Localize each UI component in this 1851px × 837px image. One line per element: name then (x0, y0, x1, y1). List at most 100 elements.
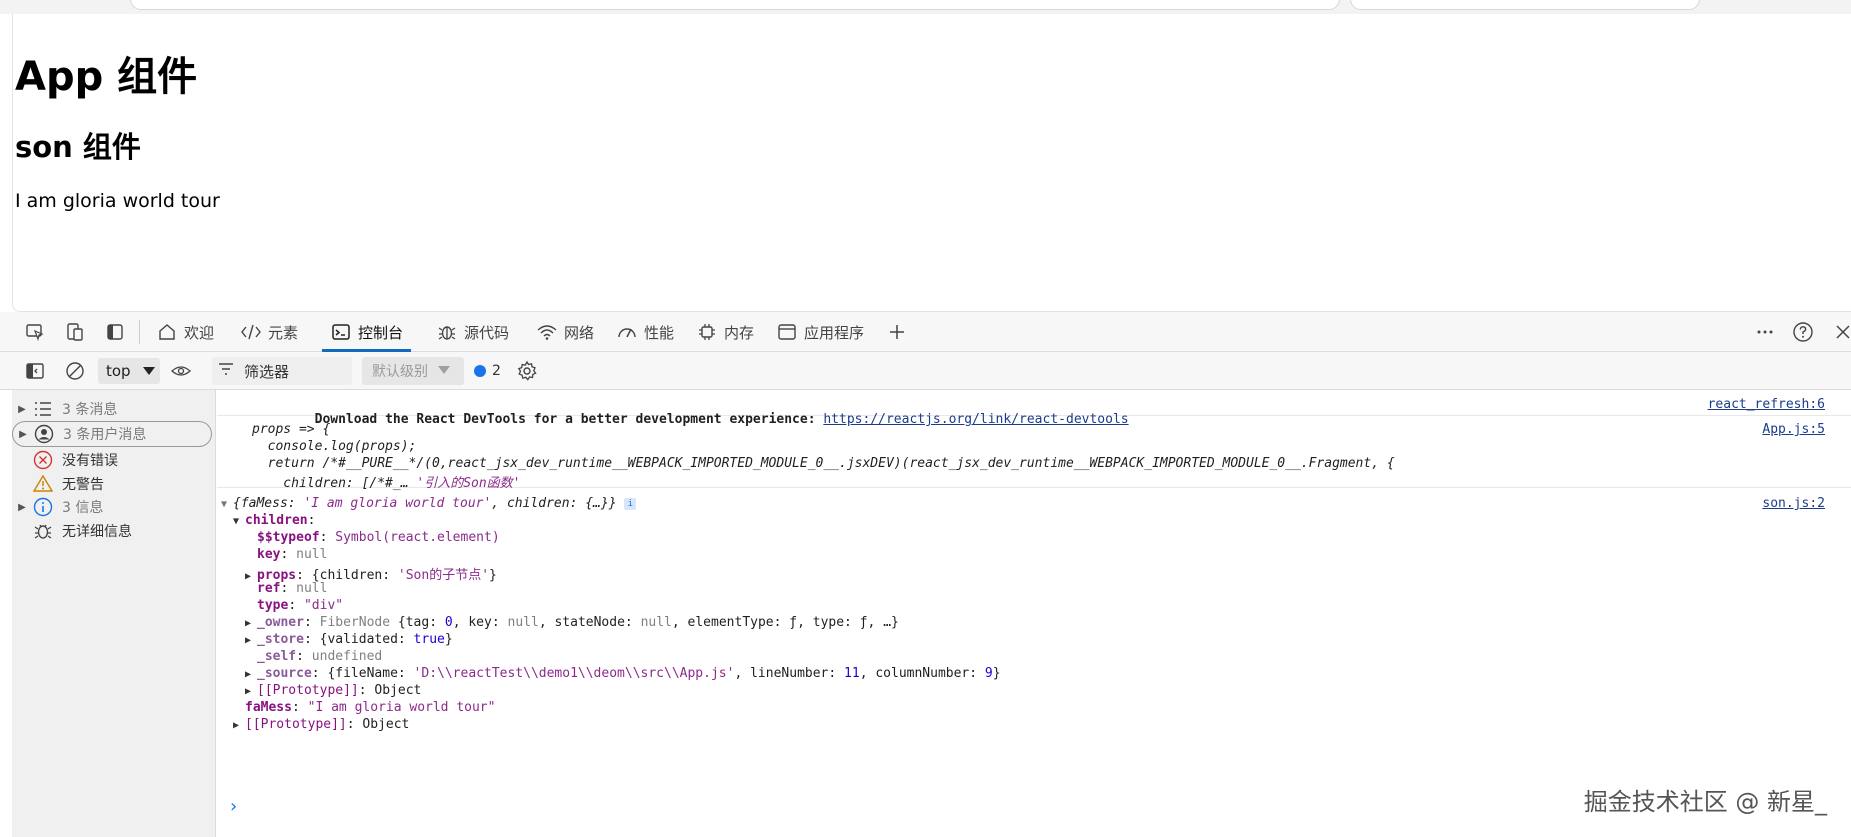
user-icon (33, 423, 55, 445)
tree-prop: $$typeof: Symbol(react.element) (257, 530, 500, 545)
sidebar-item-info[interactable]: ▶ 3 信息 (12, 494, 212, 520)
tab-label: 控制台 (358, 323, 404, 342)
tab-network[interactable]: 网络 (536, 312, 594, 352)
code-line: return /*#__PURE__*/(0,react_jsx_dev_run… (252, 456, 1395, 471)
tab-memory[interactable]: 内存 (696, 312, 754, 352)
caret-down-icon (142, 362, 155, 380)
caret-down-icon (438, 363, 450, 379)
tree-prop: type: "div" (257, 598, 344, 613)
console-prompt-icon[interactable]: › (230, 796, 237, 817)
sidebar-item-label: 没有错误 (62, 453, 118, 469)
devtools-panel: 欢迎 元素 控制台 源代码 网络 性能 内存 应用程序 top 筛选器 默认级别… (0, 312, 1851, 837)
tab-welcome[interactable]: 欢迎 (156, 312, 214, 352)
tab-elements[interactable]: 元素 (240, 312, 298, 352)
console-object-tree: ▼ {faMess: 'I am gloria world tour', chil… (217, 488, 1851, 738)
gauge-icon (616, 321, 638, 343)
tree-node-prototype[interactable]: ▶ [[Prototype]]: Object (245, 683, 421, 698)
help-icon[interactable] (1792, 321, 1814, 343)
bug-icon (32, 520, 54, 542)
source-link[interactable]: son.js:2 (1762, 496, 1825, 511)
more-options-icon[interactable] (1754, 321, 1776, 343)
sidebar-item-label: 无警告 (62, 477, 104, 493)
sidebar-item-messages[interactable]: ▶ 3 条消息 (12, 396, 212, 422)
tree-prop: ref: null (257, 581, 328, 596)
tree-prop: faMess: "I am gloria world tour" (245, 700, 496, 715)
warning-icon (32, 473, 54, 495)
console-message: props => { console.log(props); return /*… (217, 416, 1851, 491)
sidebar-item-label: 3 条用户消息 (63, 427, 147, 443)
tree-node-owner[interactable]: ▶ _owner: FiberNode {tag: 0, key: null, s… (245, 615, 899, 630)
tree-prop: key: null (257, 547, 328, 562)
wifi-icon (536, 321, 558, 343)
app-window-icon (776, 321, 798, 343)
tree-node-source[interactable]: ▶ _source: {fileName: 'D:\\reactTest\\dem… (245, 666, 1001, 681)
tab-label: 应用程序 (804, 323, 865, 342)
code-line: console.log(props); (252, 439, 417, 454)
close-icon[interactable] (1832, 321, 1851, 343)
console-message: Download the React DevTools for a better… (217, 390, 1851, 427)
app-heading: App 组件 (15, 54, 198, 100)
inspect-element-icon[interactable] (24, 321, 46, 343)
filter-placeholder: 筛选器 (244, 362, 290, 381)
tab-label: 网络 (564, 323, 595, 342)
info-icon (32, 496, 54, 518)
live-expression-eye-icon[interactable] (170, 360, 192, 382)
tab-label: 内存 (724, 323, 755, 342)
context-selector[interactable]: top (98, 358, 160, 384)
add-tab-icon[interactable] (886, 321, 908, 343)
home-icon (156, 321, 178, 343)
console-icon (330, 321, 352, 343)
console-toolbar: top 筛选器 默认级别 2 (0, 352, 1851, 390)
expand-arrow-icon: ▶ (18, 501, 26, 513)
device-emulation-icon[interactable] (64, 321, 86, 343)
sidebar-item-label: 3 条消息 (62, 402, 118, 418)
tree-node-children[interactable]: ▼ children: (233, 513, 315, 528)
address-bar[interactable] (130, 0, 1340, 10)
object-summary[interactable]: ▼ {faMess: 'I am gloria world tour', chil… (221, 496, 637, 511)
log-levels-dropdown[interactable]: 默认级别 (362, 357, 464, 385)
message-paragraph: I am gloria world tour (15, 190, 220, 212)
tab-label: 元素 (268, 323, 299, 342)
tab-console[interactable]: 控制台 (321, 312, 412, 352)
sidebar-toggle-icon[interactable] (24, 360, 46, 382)
dock-side-icon[interactable] (104, 321, 126, 343)
page-viewport: App 组件 son 组件 I am gloria world tour (12, 14, 1851, 312)
console-sidebar: ▶ 3 条消息 ▶ 3 条用户消息 没有错误 无警告 ▶ 3 信息 无详细信息 (12, 390, 216, 837)
sidebar-item-verbose[interactable]: 无详细信息 (12, 518, 212, 544)
chip-icon (696, 321, 718, 343)
error-icon (32, 449, 54, 471)
issues-count: 2 (492, 363, 501, 379)
tab-label: 源代码 (464, 323, 510, 342)
expand-arrow-icon: ▶ (18, 403, 26, 415)
tree-node-store[interactable]: ▶ _store: {validated: true} (245, 632, 453, 647)
issues-counter[interactable]: 2 (474, 358, 501, 384)
son-heading: son 组件 (15, 130, 141, 164)
tab-sources[interactable]: 源代码 (436, 312, 509, 352)
devtools-tabbar: 欢迎 元素 控制台 源代码 网络 性能 内存 应用程序 (0, 312, 1851, 352)
watermark: 掘金技术社区 @ 新星_ (1583, 788, 1827, 816)
clear-console-icon[interactable] (64, 360, 86, 382)
source-link[interactable]: react_refresh:6 (1708, 397, 1825, 412)
tree-node-prototype[interactable]: ▶ [[Prototype]]: Object (233, 717, 409, 732)
tab-performance[interactable]: 性能 (616, 312, 674, 352)
filter-icon (218, 362, 234, 380)
filter-input[interactable]: 筛选器 (212, 357, 352, 385)
list-icon (32, 398, 54, 420)
tab-label: 性能 (644, 323, 675, 342)
context-label: top (106, 362, 131, 380)
sidebar-item-errors[interactable]: 没有错误 (12, 447, 212, 473)
code-icon (240, 321, 262, 343)
issue-message-icon (474, 365, 486, 377)
console-output: Download the React DevTools for a better… (217, 390, 1851, 837)
console-settings-gear-icon[interactable] (516, 360, 538, 382)
browser-chrome-strip (0, 0, 1851, 14)
sidebar-item-label: 无详细信息 (62, 524, 132, 540)
source-link[interactable]: App.js:5 (1762, 422, 1825, 437)
info-badge-icon: i (624, 497, 637, 510)
secondary-search-bar[interactable] (1350, 0, 1700, 10)
levels-label: 默认级别 (372, 364, 428, 380)
tab-application[interactable]: 应用程序 (776, 312, 864, 352)
code-line: props => { (252, 422, 331, 437)
expand-arrow-icon: ▶ (19, 428, 27, 440)
sidebar-item-user-messages[interactable]: ▶ 3 条用户消息 (12, 421, 212, 447)
